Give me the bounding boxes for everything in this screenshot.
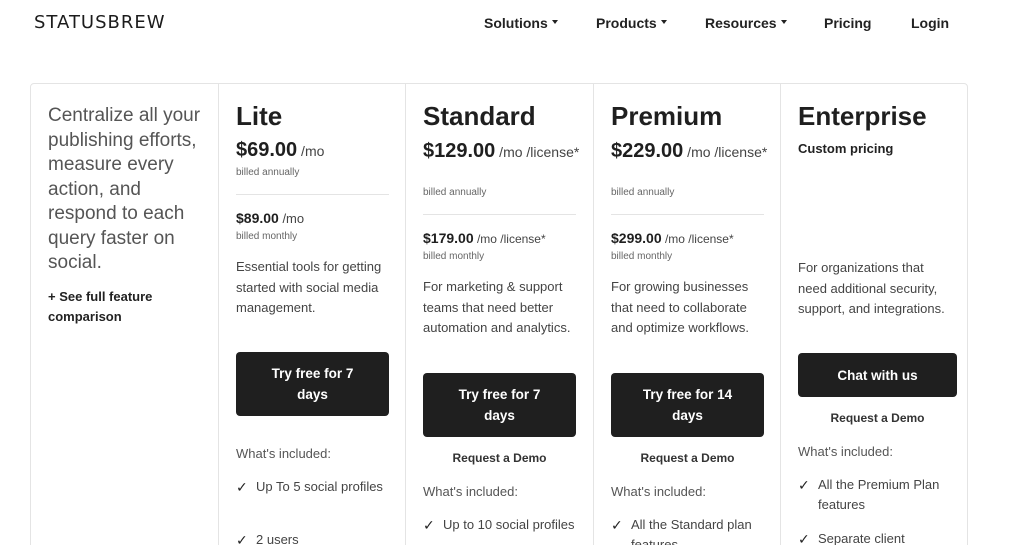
logo[interactable]: STATUSBREW — [34, 12, 166, 33]
billing-note: billed annually — [236, 167, 300, 178]
try-free-button[interactable]: Try free for 14 days — [611, 373, 764, 437]
plan-lite: Lite $69.00 /mo billed annually $89.00 /… — [218, 84, 405, 545]
check-icon: ✓ — [611, 517, 623, 533]
feature-item: ✓ 2 users — [236, 530, 396, 545]
monthly-price: $89.00 /mo — [236, 208, 401, 229]
check-icon: ✓ — [798, 477, 810, 493]
monthly-price: $179.00 /mo /license* — [423, 228, 588, 249]
check-icon: ✓ — [798, 531, 810, 545]
check-icon: ✓ — [236, 532, 248, 545]
price-amount: $229.00 — [611, 140, 684, 162]
custom-pricing: Custom pricing — [798, 141, 894, 156]
monthly-billing-note: billed monthly — [423, 251, 485, 262]
feature-text: All the Standard plan features — [631, 517, 752, 545]
feature-text: Up To 5 social profiles — [256, 479, 383, 494]
site-header: STATUSBREW Solutions Products Resources … — [0, 0, 1024, 46]
nav-resources-label: Resources — [705, 15, 777, 31]
nav-resources[interactable]: Resources — [705, 15, 787, 31]
billing-note: billed annually — [423, 187, 487, 198]
annual-price: $229.00 /mo /license* — [611, 140, 776, 163]
plan-name: Enterprise — [798, 101, 927, 131]
nav-products-label: Products — [596, 15, 657, 31]
monthly-billing-note: billed monthly — [611, 251, 673, 262]
nav-pricing[interactable]: Pricing — [824, 15, 871, 31]
plan-enterprise: Enterprise Custom pricing For organizati… — [780, 84, 968, 545]
try-free-button[interactable]: Try free for 7 days — [423, 373, 576, 437]
feature-item: ✓ Up To 5 social profiles — [236, 477, 396, 497]
annual-price: $69.00 /mo — [236, 140, 401, 161]
feature-text: Up to 10 social profiles — [443, 517, 575, 532]
request-demo-link[interactable]: Request a Demo — [798, 411, 957, 425]
plan-description: For organizations that need additional s… — [798, 260, 945, 316]
monthly-amount: $89.00 — [236, 210, 279, 226]
included-heading: What's included: — [236, 446, 331, 461]
price-amount: $129.00 — [423, 140, 496, 162]
monthly-amount: $179.00 — [423, 230, 474, 246]
plan-name: Standard — [423, 101, 536, 131]
divider — [236, 194, 389, 195]
nav-solutions-label: Solutions — [484, 15, 548, 31]
billing-note: billed annually — [611, 187, 675, 198]
chevron-down-icon — [780, 20, 787, 25]
check-icon: ✓ — [236, 479, 248, 495]
plan-description: Essential tools for getting started with… — [236, 259, 382, 315]
intro-column: Centralize all your publishing efforts, … — [31, 84, 218, 545]
intro-text: Centralize all your publishing efforts, … — [48, 105, 201, 273]
chevron-down-icon — [551, 20, 558, 25]
included-heading: What's included: — [423, 484, 518, 499]
feature-item: ✓ All the Premium Plan features — [798, 475, 958, 515]
feature-item: ✓ Up to 10 social profiles — [423, 515, 583, 535]
included-heading: What's included: — [611, 484, 706, 499]
annual-price: $129.00 /mo /license* — [423, 140, 588, 163]
price-unit: /mo — [297, 143, 325, 159]
request-demo-link[interactable]: Request a Demo — [423, 451, 576, 465]
divider — [423, 214, 576, 215]
feature-text: All the Premium Plan features — [818, 477, 940, 512]
request-demo-link[interactable]: Request a Demo — [611, 451, 764, 465]
plan-standard: Standard $129.00 /mo /license* billed an… — [405, 84, 593, 545]
try-free-button[interactable]: Try free for 7 days — [236, 352, 389, 416]
plan-description: For growing businesses that need to coll… — [611, 279, 749, 335]
divider — [611, 214, 764, 215]
price-amount: $69.00 — [236, 139, 298, 161]
check-icon: ✓ — [423, 517, 435, 533]
nav-login[interactable]: Login — [911, 15, 949, 31]
chat-with-us-button[interactable]: Chat with us — [798, 353, 957, 397]
nav-solutions[interactable]: Solutions — [484, 15, 558, 31]
feature-comparison-link[interactable]: + See full feature comparison — [48, 287, 188, 327]
monthly-unit: /mo — [278, 211, 305, 226]
chevron-down-icon — [660, 20, 667, 25]
feature-text: Separate client — [818, 531, 905, 545]
plan-name: Lite — [236, 101, 283, 131]
plan-description: For marketing & support teams that need … — [423, 279, 571, 335]
monthly-amount: $299.00 — [611, 230, 662, 246]
plan-premium: Premium $229.00 /mo /license* billed ann… — [593, 84, 780, 545]
feature-item: ✓ Separate client — [798, 529, 958, 545]
price-unit: /mo /license* — [683, 144, 768, 160]
plan-name: Premium — [611, 101, 723, 131]
price-unit: /mo /license* — [495, 144, 580, 160]
monthly-price: $299.00 /mo /license* — [611, 228, 776, 249]
feature-item: ✓ All the Standard plan features — [611, 515, 771, 545]
feature-text: 2 users — [256, 532, 299, 545]
nav-products[interactable]: Products — [596, 15, 667, 31]
monthly-unit: /mo /license* — [661, 232, 734, 246]
included-heading: What's included: — [798, 444, 893, 459]
monthly-unit: /mo /license* — [473, 232, 546, 246]
monthly-billing-note: billed monthly — [236, 231, 298, 242]
pricing-table: Centralize all your publishing efforts, … — [30, 83, 968, 545]
